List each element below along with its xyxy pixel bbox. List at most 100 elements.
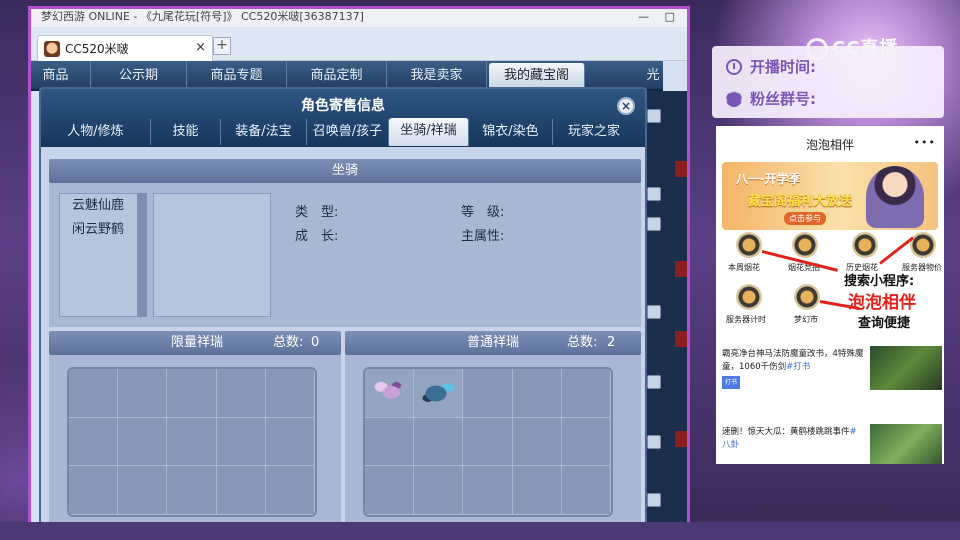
- strip-icon[interactable]: [647, 435, 661, 449]
- grid-cell[interactable]: [118, 417, 168, 467]
- fireworks-week-icon[interactable]: [736, 232, 762, 258]
- grid-cell[interactable]: [365, 466, 415, 515]
- grid-cell[interactable]: [167, 369, 217, 418]
- strip-tag: [675, 161, 687, 177]
- strip-icon[interactable]: [647, 217, 661, 231]
- tab-close-icon[interactable]: ×: [195, 40, 206, 55]
- browser-tab[interactable]: CC520米啵 ×: [37, 35, 213, 61]
- pet-deer-icon: [371, 377, 405, 405]
- stream-info-box: 开播时间: 粉丝群号:: [712, 46, 944, 118]
- tab-outfits[interactable]: 锦衣/染色: [469, 119, 553, 145]
- fan-group-row: 粉丝群号:: [726, 88, 816, 109]
- strip-tag: [675, 331, 687, 347]
- window-controls[interactable]: — □: [638, 9, 681, 25]
- tab-skills[interactable]: 技能: [151, 119, 221, 145]
- grid-cell[interactable]: [265, 466, 315, 515]
- news-thumbnail[interactable]: [870, 424, 942, 464]
- market-icon[interactable]: [794, 284, 820, 310]
- mount-list-item[interactable]: 闲云野鹤: [60, 218, 146, 242]
- grid-cell[interactable]: [512, 369, 562, 418]
- grid-cell[interactable]: [414, 369, 464, 418]
- icon-label: 梦幻市: [794, 315, 818, 324]
- strip-icon[interactable]: [647, 375, 661, 389]
- mount-list-scrollbar[interactable]: [137, 193, 147, 317]
- tab-label: CC520米啵: [65, 42, 129, 56]
- grid-cell[interactable]: [414, 417, 464, 467]
- grid-cell[interactable]: [265, 417, 315, 467]
- grid-cell[interactable]: [69, 369, 119, 418]
- nav-item-overflow[interactable]: 光: [643, 61, 663, 91]
- grid-cell[interactable]: [265, 369, 315, 418]
- clock-icon: [726, 58, 742, 75]
- grid-cell[interactable]: [414, 466, 464, 515]
- mount-type-label: 类 型:: [295, 205, 339, 220]
- role-sale-dialog: 角色寄售信息 × 人物/修炼 技能 装备/法宝 召唤兽/孩子 坐骑/祥瑞 锦衣/…: [39, 87, 647, 525]
- normal-total-label: 总数:: [567, 335, 598, 350]
- icon-label: 服务器计时: [726, 315, 766, 324]
- grid-cell[interactable]: [561, 369, 611, 418]
- tab-home[interactable]: 玩家之家: [553, 119, 635, 145]
- mini-program-title: 泡泡相伴: [805, 138, 854, 152]
- grid-cell[interactable]: [216, 417, 266, 467]
- limited-section-header: 限量祥瑞 总数: 0: [49, 331, 341, 355]
- menu-dots-icon[interactable]: •••: [914, 136, 936, 149]
- grid-cell[interactable]: [69, 417, 119, 467]
- strip-icon[interactable]: [647, 305, 661, 319]
- limited-grid: [67, 367, 317, 517]
- nav-item-my-treasure[interactable]: 我的藏宝阁: [489, 63, 585, 89]
- server-price-icon[interactable]: [910, 232, 936, 258]
- grid-cell[interactable]: [512, 466, 562, 515]
- news-thumbnail[interactable]: [870, 346, 942, 390]
- grid-cell[interactable]: [561, 417, 611, 467]
- promo-name-text: 泡泡相伴: [848, 293, 916, 313]
- grid-cell[interactable]: [216, 466, 266, 515]
- normal-title: 普通祥瑞: [467, 335, 520, 350]
- grid-cell[interactable]: [118, 466, 168, 515]
- news-text: 速删！惊天大瓜：黄鹤楼跳跳事件: [722, 427, 850, 437]
- bottom-bar: [0, 522, 960, 540]
- tab-summons[interactable]: 召唤兽/孩子: [307, 119, 389, 145]
- normal-section-header: 普通祥瑞 总数: 2: [345, 331, 641, 355]
- news-badge: 打书: [722, 376, 741, 389]
- tab-mounts[interactable]: 坐骑/祥瑞: [389, 118, 469, 146]
- banner-line1: 八一·开学季: [736, 172, 801, 186]
- grid-cell[interactable]: [463, 369, 513, 418]
- mount-preview: [153, 193, 271, 317]
- banner-line2: 藏宝阁福利大放送: [748, 194, 853, 209]
- grid-cell[interactable]: [167, 466, 217, 515]
- limited-title: 限量祥瑞: [171, 335, 224, 350]
- grid-cell[interactable]: [216, 369, 266, 418]
- grid-cell[interactable]: [167, 417, 217, 467]
- fireworks-history-icon[interactable]: [852, 232, 878, 258]
- tab-equipment[interactable]: 装备/法宝: [221, 119, 307, 145]
- strip-icon[interactable]: [647, 109, 661, 123]
- banner-button[interactable]: 点击参与: [784, 212, 826, 225]
- tab-favicon-icon: [44, 40, 60, 57]
- promo-banner[interactable]: 八一·开学季 藏宝阁福利大放送 点击参与: [722, 162, 938, 230]
- grid-cell[interactable]: [463, 466, 513, 515]
- grid-cell[interactable]: [512, 417, 562, 467]
- grid-cell[interactable]: [365, 369, 415, 418]
- dialog-close-button[interactable]: ×: [617, 97, 635, 115]
- news-item[interactable]: 霸亮净台神马法防魔童改书，4特殊魔童，1060千伤剑#打书 打书: [722, 348, 864, 389]
- start-time-label: 开播时间:: [750, 58, 816, 76]
- mount-main-attr-label: 主属性:: [461, 229, 505, 244]
- grid-cell[interactable]: [118, 369, 168, 418]
- news-tag[interactable]: #打书: [786, 362, 810, 372]
- grid-cell[interactable]: [365, 417, 415, 467]
- mount-list-item[interactable]: 云魅仙鹿: [60, 194, 146, 218]
- limited-total-label: 总数:: [273, 335, 304, 350]
- new-tab-button[interactable]: +: [213, 37, 231, 55]
- window-title: 梦幻西游 ONLINE - 《九尾花玩[符号]》 CC520米啵[3638713…: [41, 10, 364, 23]
- strip-icon[interactable]: [647, 187, 661, 201]
- dialog-title: 角色寄售信息: [301, 98, 385, 114]
- grid-cell[interactable]: [561, 466, 611, 515]
- grid-cell[interactable]: [463, 417, 513, 467]
- fireworks-auction-icon[interactable]: [792, 232, 818, 258]
- normal-total-value: 2: [607, 335, 616, 350]
- strip-icon[interactable]: [647, 493, 661, 507]
- tab-character[interactable]: 人物/修炼: [41, 119, 151, 145]
- grid-cell[interactable]: [69, 466, 119, 515]
- news-item[interactable]: 速删！惊天大瓜：黄鹤楼跳跳事件#八卦: [722, 426, 864, 452]
- server-timer-icon[interactable]: [736, 284, 762, 310]
